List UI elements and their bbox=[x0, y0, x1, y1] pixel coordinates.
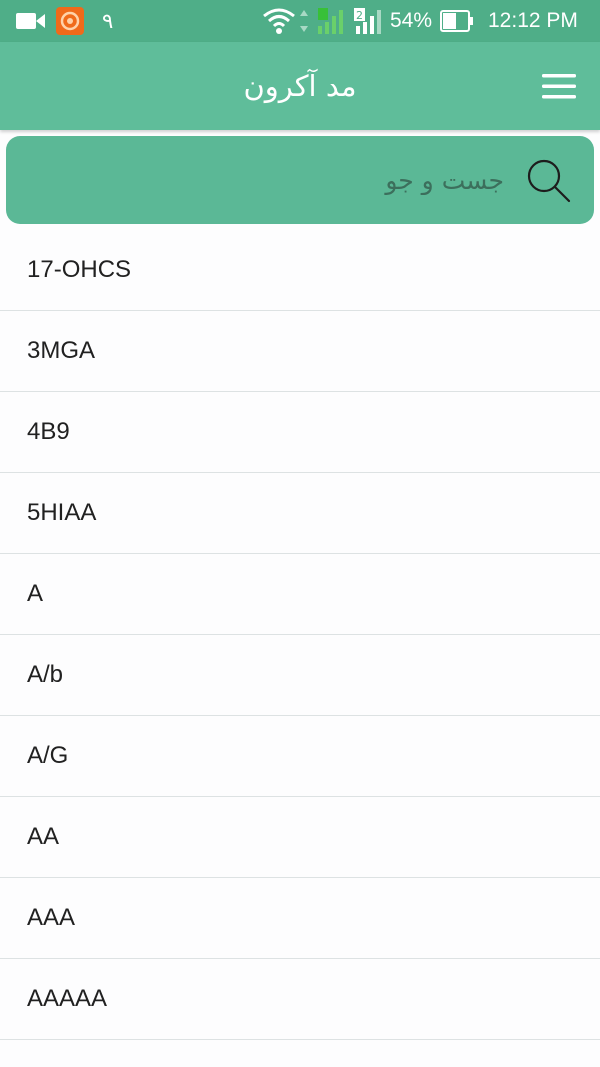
status-bar: ۹ 2 54% 12:12 PM bbox=[0, 0, 600, 42]
status-time: 12:12 PM bbox=[488, 9, 578, 32]
search-button[interactable] bbox=[524, 156, 572, 204]
list-item[interactable]: A/G bbox=[0, 716, 600, 797]
search-bar bbox=[6, 136, 594, 224]
wifi-icon bbox=[262, 0, 308, 42]
list-item[interactable]: AAAAA bbox=[0, 959, 600, 1040]
battery-icon bbox=[440, 0, 474, 42]
app-bar: مد آکرون bbox=[0, 42, 600, 130]
list-item[interactable]: A/b bbox=[0, 635, 600, 716]
list-item[interactable]: 4B9 bbox=[0, 392, 600, 473]
acronym-list: 17-OHCS 3MGA 4B9 5HIAA A A/b A/G AA AAA … bbox=[0, 230, 600, 1040]
list-item[interactable]: A bbox=[0, 554, 600, 635]
list-item[interactable]: 17-OHCS bbox=[0, 230, 600, 311]
video-camera-icon bbox=[16, 0, 46, 42]
list-item[interactable]: 3MGA bbox=[0, 311, 600, 392]
signal-sim1-icon bbox=[316, 0, 348, 42]
list-item[interactable]: 5HIAA bbox=[0, 473, 600, 554]
list-item[interactable]: AAA bbox=[0, 878, 600, 959]
battery-percent: 54% bbox=[390, 9, 433, 32]
svg-text:2: 2 bbox=[356, 9, 363, 22]
menu-button[interactable] bbox=[538, 68, 580, 104]
app-title: مد آکرون bbox=[243, 69, 357, 103]
signal-sim2-icon: 2 bbox=[352, 0, 384, 42]
list-item[interactable]: AA bbox=[0, 797, 600, 878]
notification-digit: ۹ bbox=[102, 9, 114, 33]
hamburger-menu-icon bbox=[542, 74, 576, 99]
app-notification-icon bbox=[56, 0, 84, 42]
search-input[interactable] bbox=[26, 136, 504, 224]
search-icon bbox=[527, 159, 571, 203]
